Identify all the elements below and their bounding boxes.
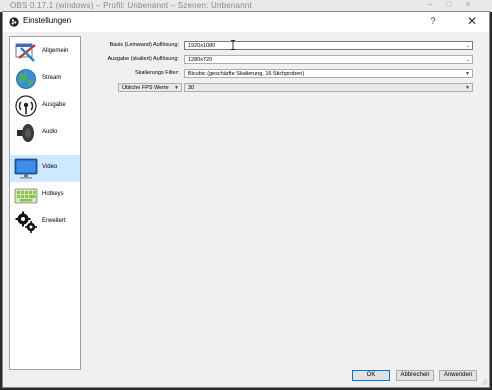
output-resolution-combo[interactable]: 1280x720 ⌄	[184, 55, 473, 64]
apply-button[interactable]: Anwenden	[439, 370, 477, 381]
general-settings-icon	[15, 43, 36, 62]
sidebar-item-label: Ausgabe	[42, 102, 66, 108]
cancel-button[interactable]: Abbrechen	[396, 370, 434, 381]
background-window-title: OBS 0.17.1 (windows) – Profil: Unbenannt…	[10, 1, 252, 10]
fps-value-combo[interactable]: 30 ▼	[184, 83, 473, 92]
chevron-down-icon[interactable]: ⌄	[466, 42, 470, 50]
chevron-down-icon[interactable]: ▼	[465, 84, 470, 92]
help-button[interactable]: ?	[427, 16, 439, 26]
stream-globe-icon	[16, 69, 36, 89]
sidebar-item-stream[interactable]: Stream	[10, 66, 80, 93]
close-button[interactable]: ✕	[465, 14, 479, 28]
sidebar-item-erweitert[interactable]: Erweitert	[10, 209, 80, 236]
settings-sidebar: Allgemein Stream Ausgabe Audio Video Hot…	[9, 36, 81, 370]
fps-mode-value: Übliche FPS Werte	[122, 85, 169, 91]
sidebar-item-audio[interactable]: Audio	[10, 120, 80, 147]
background-window-controls: –□×	[428, 0, 484, 9]
chevron-down-icon[interactable]: ▼	[174, 84, 179, 92]
resize-grip-icon[interactable]	[481, 379, 487, 385]
settings-dialog: Einstellungen ? ✕ Allgemein Stream Ausga…	[2, 11, 490, 388]
sidebar-item-label: Video	[42, 164, 58, 170]
close-window-icon[interactable]: ×	[465, 0, 484, 9]
gears-icon	[15, 211, 37, 233]
sidebar-item-label: Allgemein	[42, 48, 69, 54]
sidebar-item-ausgabe[interactable]: Ausgabe	[10, 93, 80, 120]
sidebar-item-hotkeys[interactable]: Hotkeys	[10, 182, 80, 209]
chevron-down-icon[interactable]: ▼	[465, 70, 470, 78]
text-cursor-icon	[231, 40, 235, 50]
scale-filter-combo[interactable]: Bicubic (geschärfte Skalierung, 16 Stich…	[184, 69, 473, 78]
sidebar-item-label: Hotkeys	[42, 191, 64, 197]
base-resolution-label: Basis (Leinwand) Auflösung:	[109, 42, 179, 48]
fps-mode-combo[interactable]: Übliche FPS Werte ▼	[118, 83, 182, 92]
base-resolution-value: 1920x1080	[188, 43, 216, 49]
output-resolution-value: 1280x720	[188, 57, 213, 63]
scale-filter-value: Bicubic (geschärfte Skalierung, 16 Stich…	[188, 71, 305, 77]
sidebar-item-label: Stream	[42, 75, 62, 81]
fps-value: 30	[188, 85, 195, 91]
output-resolution-label: Ausgabe (skaliert) Auflösung:	[107, 56, 179, 62]
obs-logo-icon	[9, 17, 19, 27]
speaker-icon	[17, 124, 34, 142]
chevron-down-icon[interactable]: ⌄	[466, 56, 470, 64]
sidebar-item-label: Audio	[42, 129, 58, 135]
dialog-titlebar: Einstellungen ? ✕	[3, 12, 489, 32]
scale-filter-label: Skalierungs Filter:	[134, 70, 179, 76]
output-broadcast-icon	[15, 95, 37, 117]
monitor-icon	[14, 158, 38, 179]
sidebar-item-allgemein[interactable]: Allgemein	[10, 39, 80, 66]
minimize-icon[interactable]: –	[428, 0, 446, 9]
ok-button[interactable]: OK	[352, 370, 390, 381]
sidebar-item-video[interactable]: Video	[10, 155, 80, 182]
keyboard-icon	[14, 188, 38, 204]
base-resolution-combo[interactable]: 1920x1080 ⌄	[184, 41, 473, 50]
sidebar-item-label: Erweitert	[42, 218, 66, 224]
maximize-icon[interactable]: □	[446, 0, 465, 9]
dialog-title: Einstellungen	[23, 16, 72, 25]
